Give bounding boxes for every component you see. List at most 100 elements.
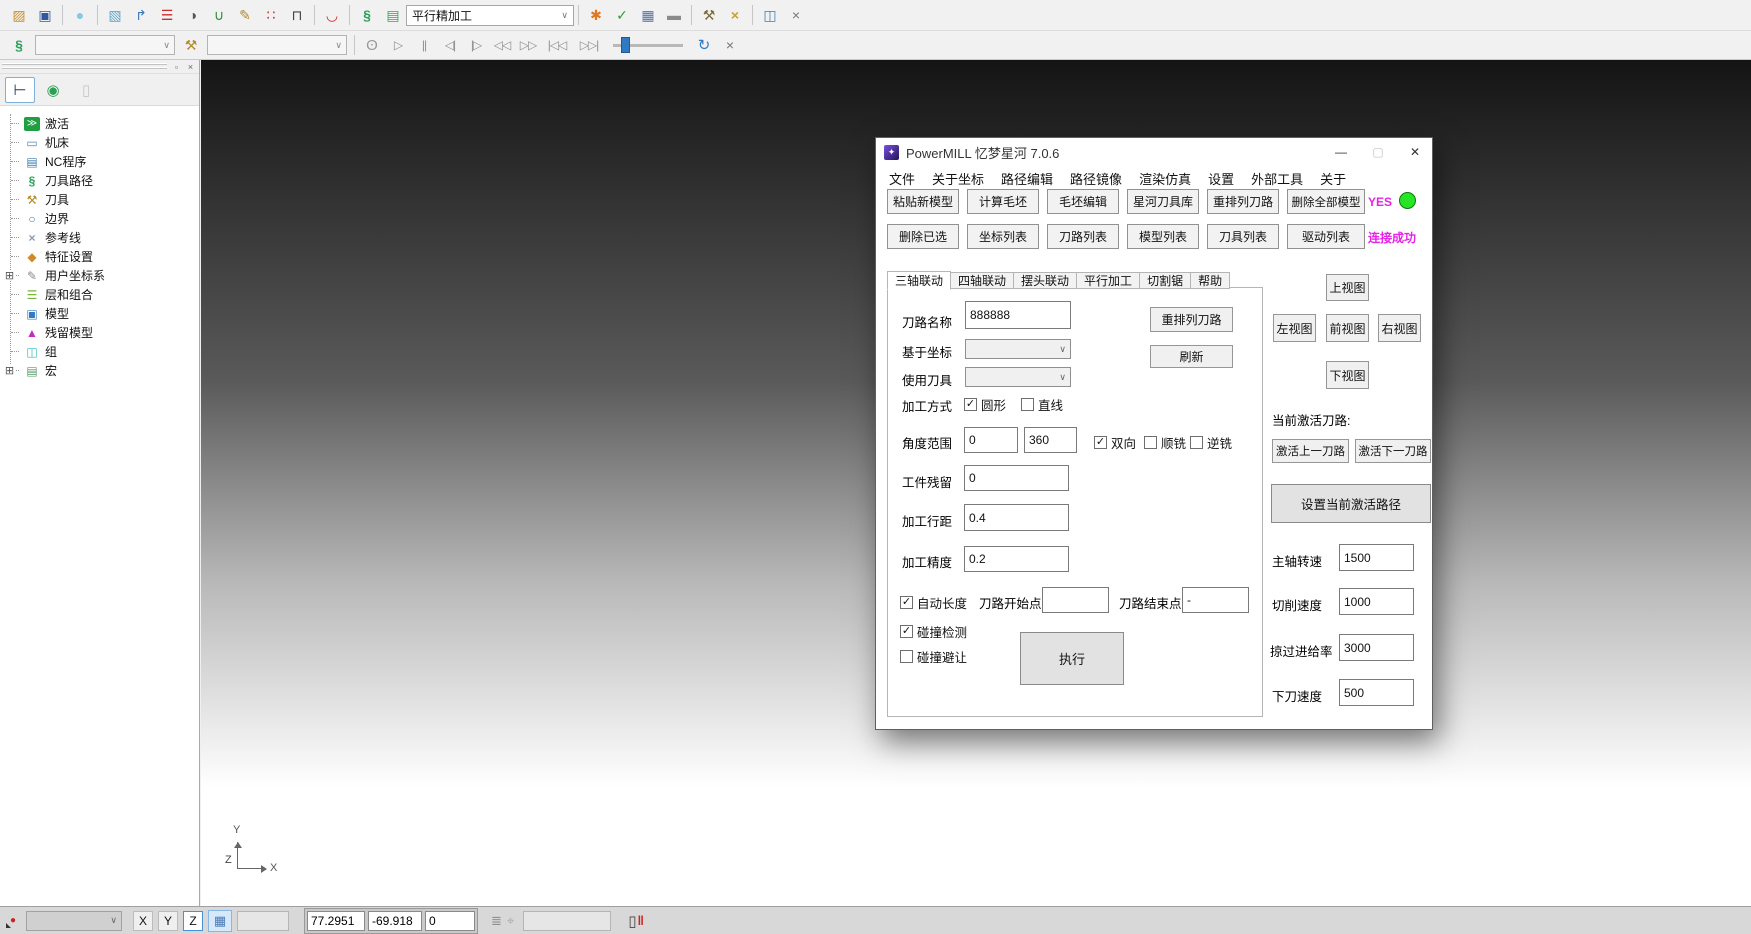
strategy-list-icon[interactable]: ▤ <box>381 3 405 27</box>
expand-icon[interactable]: ⊞ <box>4 365 15 376</box>
clock-icon[interactable]: ↻ <box>692 33 716 57</box>
rearrange-button[interactable]: 重排列刀路 <box>1150 307 1233 332</box>
axis-x-button[interactable]: X <box>133 911 153 931</box>
use-tool-select[interactable]: ∨ <box>965 367 1071 387</box>
rearrange-toolpaths-button[interactable]: 重排列刀路 <box>1207 189 1279 214</box>
mode-line-checkbox[interactable]: 直线 <box>1021 395 1063 414</box>
view-front-button[interactable]: 前视图 <box>1326 314 1369 342</box>
tab-4axis[interactable]: 四轴联动 <box>951 272 1014 289</box>
boundary-icon[interactable]: ∪ <box>207 3 231 27</box>
coord-x-field[interactable] <box>307 911 365 931</box>
coord-z-field[interactable] <box>425 911 475 931</box>
transform-icon[interactable]: × <box>723 3 747 27</box>
tree-item-machine[interactable]: ▭ 机床 <box>0 133 199 152</box>
xyz-list-icon[interactable]: ≣ <box>491 913 502 929</box>
calculator-icon[interactable]: ▦ <box>636 3 660 27</box>
activate-next-button[interactable]: 激活下一刀路 <box>1355 439 1431 463</box>
tree-item-stock-models[interactable]: ▲ 残留模型 <box>0 323 199 342</box>
hierarchy-view-icon[interactable]: ⊢ <box>5 77 35 103</box>
float-panel-icon[interactable]: ▫ <box>170 60 183 73</box>
fast-forward-icon[interactable]: ▷▷ <box>516 33 540 57</box>
axis-y-button[interactable]: Y <box>158 911 178 931</box>
verify-tool-icon[interactable]: ✓ <box>610 3 634 27</box>
toolpath-strategy-icon[interactable]: ↱ <box>129 3 153 27</box>
set-active-path-button[interactable]: 设置当前激活路径 <box>1271 484 1431 523</box>
compare-models-icon[interactable]: ◫ <box>758 3 782 27</box>
z-levels-icon[interactable]: ☰ <box>155 3 179 27</box>
toolpath-name-input[interactable] <box>965 301 1071 329</box>
coord-list-button[interactable]: 坐标列表 <box>967 224 1039 249</box>
rewind-icon[interactable]: ◁◁ <box>490 33 514 57</box>
tree-item-groups[interactable]: ◫ 组 <box>0 342 199 361</box>
menu-path-edit[interactable]: 路径编辑 <box>1001 169 1053 188</box>
tool-change-icon[interactable]: ⚒ <box>697 3 721 27</box>
maximize-button[interactable]: ▢ <box>1363 140 1393 164</box>
tree-item-workplanes[interactable]: ⊞ ✎ 用户坐标系 <box>0 266 199 285</box>
play-icon[interactable]: ▷ <box>386 33 410 57</box>
tab-head[interactable]: 摆头联动 <box>1014 272 1077 289</box>
tree-item-macros[interactable]: ⊞ ▤ 宏 <box>0 361 199 380</box>
status-combo[interactable]: ∨ <box>26 911 122 931</box>
pattern-icon[interactable]: ✎ <box>233 3 257 27</box>
points-icon[interactable]: ∷ <box>259 3 283 27</box>
grid-size-field[interactable] <box>237 911 289 931</box>
minimize-button[interactable]: — <box>1326 140 1356 164</box>
save-project-icon[interactable]: ▣ <box>33 3 57 27</box>
collision-check-checkbox[interactable]: ✓ 碰撞检测 <box>900 622 967 641</box>
stepover-input[interactable] <box>964 504 1069 531</box>
expand-icon[interactable]: ⊞ <box>4 270 15 281</box>
coord-y-field[interactable] <box>368 911 422 931</box>
tolerance-input[interactable] <box>964 546 1069 572</box>
menu-render-sim[interactable]: 渲染仿真 <box>1139 169 1191 188</box>
angle-to-input[interactable] <box>1024 427 1077 453</box>
toolpath-list-button[interactable]: 刀路列表 <box>1047 224 1119 249</box>
go-to-start-icon[interactable]: |◁◁ <box>542 33 572 57</box>
refresh-button[interactable]: 刷新 <box>1150 345 1233 368</box>
toolpath-combo[interactable]: ∨ <box>35 35 175 55</box>
auto-length-checkbox[interactable]: ✓ 自动长度 <box>900 593 967 612</box>
tool-list-button[interactable]: 刀具列表 <box>1207 224 1279 249</box>
simulation-icon[interactable]: ✱ <box>584 3 608 27</box>
tree-item-toolpaths[interactable]: § 刀具路径 <box>0 171 199 190</box>
paste-model-button[interactable]: 粘贴新模型 <box>887 189 959 214</box>
strategy-dropdown[interactable]: 平行精加工 ∨ <box>406 5 574 26</box>
shaded-model-icon[interactable]: ● <box>68 3 92 27</box>
tree-item-models[interactable]: ▣ 模型 <box>0 304 199 323</box>
plunge-feed-input[interactable] <box>1339 679 1414 706</box>
based-coord-select[interactable]: ∨ <box>965 339 1071 359</box>
angle-from-input[interactable] <box>964 427 1018 453</box>
activate-prev-button[interactable]: 激活上一刀路 <box>1272 439 1349 463</box>
go-to-end-icon[interactable]: ▷▷| <box>574 33 604 57</box>
step-back-icon[interactable]: ◁| <box>438 33 462 57</box>
collision-check-icon[interactable]: ◡ <box>320 3 344 27</box>
globe-icon[interactable]: ◉ <box>38 77 68 103</box>
tree-item-feature-sets[interactable]: ◆ 特征设置 <box>0 247 199 266</box>
axis-z-button[interactable]: Z <box>183 911 203 931</box>
view-left-button[interactable]: 左视图 <box>1273 314 1316 342</box>
view-top-button[interactable]: 上视图 <box>1326 274 1369 301</box>
menu-ext-tools[interactable]: 外部工具 <box>1251 169 1303 188</box>
stock-remain-input[interactable] <box>964 465 1069 491</box>
delete-selected-button[interactable]: 删除已选 <box>887 224 959 249</box>
close-toolbar-icon[interactable]: × <box>718 33 742 57</box>
step-forward-icon[interactable]: |▷ <box>464 33 488 57</box>
trash-icon[interactable]: ▯ <box>71 77 101 103</box>
calc-block-button[interactable]: 计算毛坯 <box>967 189 1039 214</box>
lightbulb-icon[interactable]: ʘ <box>360 33 384 57</box>
grid-toggle-button[interactable]: ▦ <box>208 910 232 932</box>
open-project-icon[interactable]: ▨ <box>7 3 31 27</box>
model-list-button[interactable]: 模型列表 <box>1127 224 1199 249</box>
toolholder-icon[interactable]: ⊓ <box>285 3 309 27</box>
tool-combo[interactable]: ∨ <box>207 35 347 55</box>
close-toolbar-icon[interactable]: × <box>784 3 808 27</box>
block-edit-button[interactable]: 毛坯编辑 <box>1047 189 1119 214</box>
cutting-feed-input[interactable] <box>1339 588 1414 615</box>
view-bottom-button[interactable]: 下视图 <box>1326 361 1369 389</box>
delete-all-models-button[interactable]: 删除全部模型 <box>1287 189 1365 214</box>
measure-icon[interactable]: ▬ <box>662 3 686 27</box>
end-point-input[interactable] <box>1182 587 1249 613</box>
tree-item-patterns[interactable]: × 参考线 <box>0 228 199 247</box>
panel-grip[interactable]: ▫ × <box>0 60 199 74</box>
tree-item-levels[interactable]: ☰ 层和组合 <box>0 285 199 304</box>
view-right-button[interactable]: 右视图 <box>1378 314 1421 342</box>
